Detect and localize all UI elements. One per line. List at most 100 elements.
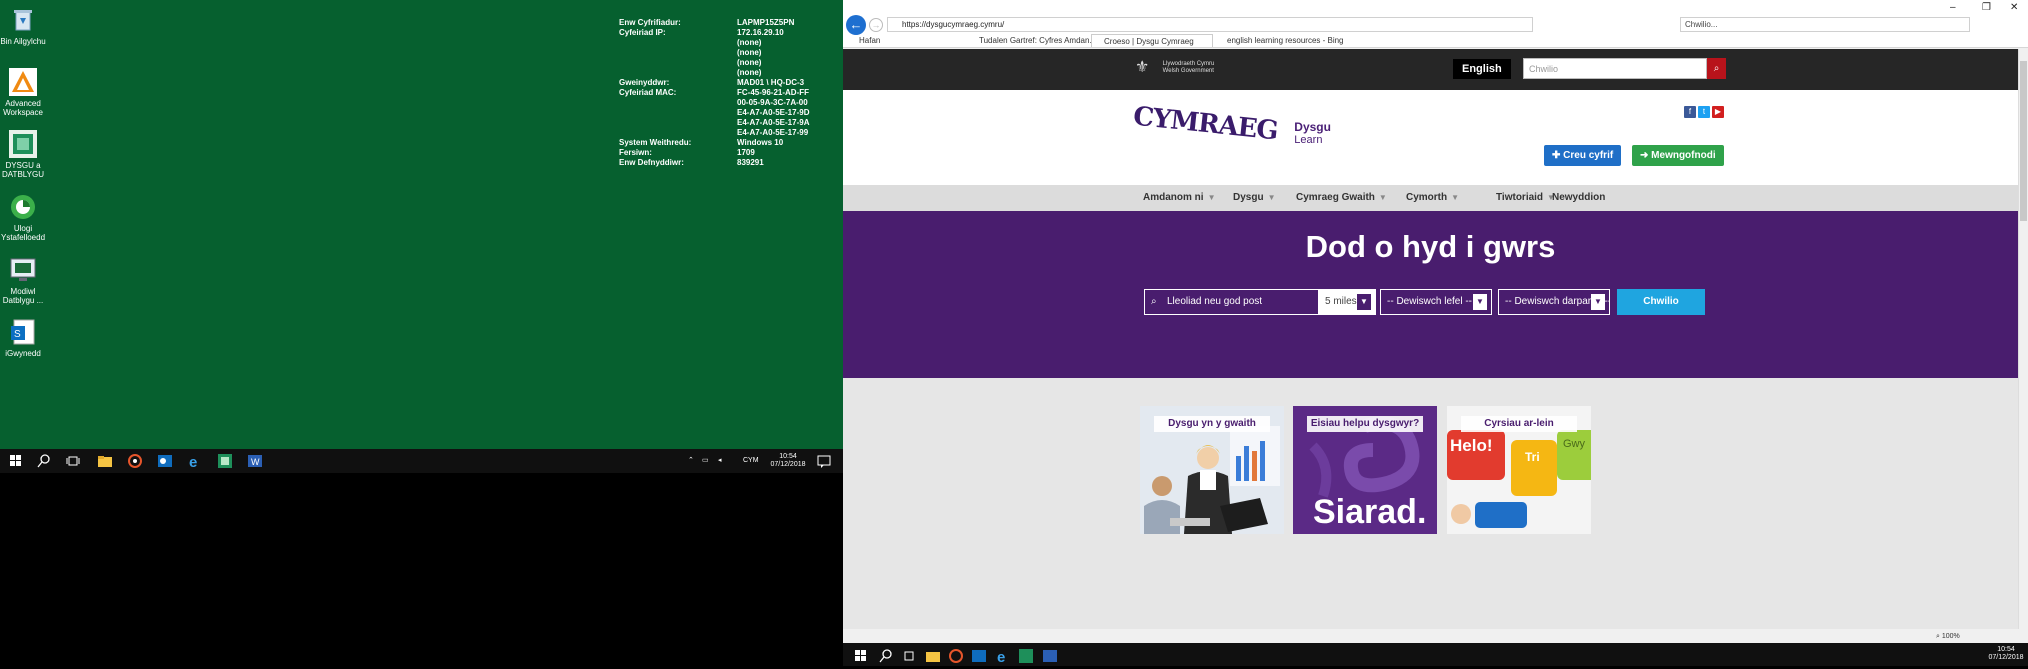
desktop-icon-label: DYSGU a DATBLYGU: [2, 161, 44, 179]
sysinfo-value: 1709: [737, 148, 755, 157]
zoom-level[interactable]: ⌕ 100%: [1936, 633, 1960, 641]
sysinfo-value: 00-05-9A-3C-7A-00: [737, 98, 808, 107]
facebook-icon[interactable]: f: [1684, 106, 1696, 118]
main-navigation: Amdanom ni ▼ Dysgu ▼ Cymraeg Gwaith ▼ Cymor…: [843, 185, 2018, 211]
card-cyrsiau-ar-lein[interactable]: Cyrsiau ar-lein Helo! Tri Gwy: [1447, 406, 1591, 534]
nav-cymraeg-gwaith[interactable]: Cymraeg Gwaith ▼: [1296, 185, 1387, 211]
desktop-icon-label: iGwynedd: [5, 349, 41, 358]
desktop-icon-recycle-bin[interactable]: Bin Ailgylchu: [0, 6, 46, 46]
app-icon[interactable]: [948, 648, 964, 664]
nav-dysgu[interactable]: Dysgu ▼: [1233, 185, 1275, 211]
desktop-icon-dysgu[interactable]: DYSGU a DATBLYGU: [0, 130, 46, 179]
app-icon[interactable]: [127, 453, 143, 469]
nav-amdanom-ni[interactable]: Amdanom ni ▼: [1143, 185, 1215, 211]
tab-hafan[interactable]: Hafan: [847, 34, 967, 47]
minimize-button[interactable]: –: [1950, 2, 1956, 13]
task-view-icon[interactable]: [901, 648, 917, 664]
network-icon[interactable]: ▭: [702, 457, 709, 465]
nav-newyddion[interactable]: Newyddion: [1552, 185, 1605, 211]
desktop-icon-label: Ulogi Ystafelloedd: [0, 224, 46, 242]
forward-button[interactable]: →: [869, 18, 883, 32]
sysinfo-row: (none): [619, 38, 809, 48]
file-explorer-icon[interactable]: [925, 648, 941, 664]
task-view-icon[interactable]: [65, 453, 81, 469]
desktop-icon-modiwl[interactable]: Modiwl Datblygu ...: [0, 256, 46, 305]
location-input[interactable]: ⌕ Lleoliad neu god post: [1144, 289, 1321, 315]
tab-tudalen-gartref[interactable]: Tudalen Gartref: Cyfres Amdan...: [967, 34, 1091, 47]
search-icon: ⌕: [1713, 63, 1720, 74]
close-button[interactable]: ✕: [2010, 2, 2018, 13]
sysinfo-key: System Weithredu:: [619, 138, 692, 147]
card-title: Dysgu yn y gwaith: [1154, 416, 1270, 432]
bubble-text-helo: Helo!: [1450, 436, 1493, 455]
clock[interactable]: 10:54 07/12/2018: [1986, 646, 2026, 662]
outlook-icon[interactable]: [971, 648, 987, 664]
twitter-icon[interactable]: t: [1698, 106, 1710, 118]
sysinfo-row: Enw Defnyddiwr: 839291: [619, 158, 809, 168]
course-finder-hero: Dod o hyd i gwrs ⌕ Lleoliad neu god post…: [843, 211, 2018, 378]
address-bar[interactable]: https://dysgucymraeg.cymru/: [887, 17, 1533, 32]
browser-search-box[interactable]: Chwilio...: [1680, 17, 1970, 32]
youtube-icon[interactable]: ▶: [1712, 106, 1724, 118]
outlook-icon[interactable]: [157, 453, 173, 469]
find-course-button[interactable]: Chwilio: [1617, 289, 1705, 315]
level-select[interactable]: -- Dewiswch lefel -- ▼: [1380, 289, 1492, 315]
welsh-government-logo[interactable]: ⚜ Llywodraeth Cymru Welsh Government: [1135, 59, 1214, 77]
card-eisiau-helpu[interactable]: Eisiau helpu dysgwyr? Siarad.: [1293, 406, 1437, 534]
desktop-icon-igwynedd[interactable]: S iGwynedd: [0, 318, 46, 358]
notifications-icon[interactable]: [816, 453, 832, 469]
word-icon[interactable]: [1042, 648, 1058, 664]
english-language-button[interactable]: English: [1453, 59, 1511, 79]
language-indicator[interactable]: CYM: [743, 457, 759, 465]
level-value: -- Dewiswch lefel --: [1387, 296, 1473, 307]
page-scrollbar[interactable]: [2018, 49, 2028, 629]
scrollbar-thumb[interactable]: [2020, 61, 2027, 221]
start-icon[interactable]: [853, 648, 869, 664]
browser-toolbar: – ❐ ✕ ← → https://dysgucymraeg.cymru/ Ch…: [843, 0, 2028, 48]
volume-icon[interactable]: ◂: [718, 457, 722, 465]
dysgu-cymraeg-logo[interactable]: CYMRAEG Dysgu Learn: [1132, 102, 1331, 147]
sysinfo-key: Cyfeiriad IP:: [619, 28, 666, 37]
nav-tiwtoriaid[interactable]: Tiwtoriaid ▼: [1496, 185, 1555, 211]
provider-select[interactable]: -- Dewiswch darparwr -- ▼: [1498, 289, 1610, 315]
clock[interactable]: 10:54 07/12/2018: [768, 453, 808, 469]
sysinfo-key: [619, 108, 737, 118]
sysinfo-value: 839291: [737, 158, 764, 167]
desktop-icon-ulogi[interactable]: Ulogi Ystafelloedd: [0, 193, 46, 242]
distance-select[interactable]: 5 miles ▼: [1318, 289, 1376, 315]
maximize-button[interactable]: ❐: [1982, 2, 1991, 13]
search-icon[interactable]: [878, 648, 894, 664]
internet-explorer-icon[interactable]: e: [187, 453, 203, 471]
desktop-icon-advanced-workspace[interactable]: Advanced Workspace: [0, 68, 46, 117]
search-icon[interactable]: [36, 453, 52, 469]
app-icon[interactable]: [1018, 648, 1034, 664]
svg-text:e: e: [189, 454, 197, 469]
word-icon[interactable]: W: [247, 453, 263, 469]
card-title: Cyrsiau ar-lein: [1461, 416, 1577, 432]
tray-chevron-icon[interactable]: ⌃: [688, 457, 694, 465]
sysinfo-row: E4-A7-A0-5E-17-99: [619, 128, 809, 138]
site-search-input[interactable]: Chwilio: [1523, 58, 1707, 79]
desktop-icon-label: Advanced Workspace: [3, 99, 43, 117]
tab-croeso[interactable]: Croeso | Dysgu Cymraeg: [1091, 34, 1213, 47]
card-dysgu-yn-y-gwaith[interactable]: Dysgu yn y gwaith: [1140, 406, 1284, 534]
app-icon[interactable]: [217, 453, 233, 469]
internet-explorer-icon[interactable]: e: [995, 648, 1011, 666]
create-account-button[interactable]: ✚ Creu cyfrif: [1544, 145, 1622, 166]
sysinfo-row: E4-A7-A0-5E-17-9D: [619, 108, 809, 118]
tab-bing[interactable]: english learning resources - Bing: [1215, 34, 1345, 47]
start-icon[interactable]: [8, 453, 24, 469]
nav-cymorth[interactable]: Cymorth ▼: [1406, 185, 1459, 211]
site-search-button[interactable]: ⌕: [1707, 58, 1726, 79]
desktop: Bin Ailgylchu Advanced Workspace DYSGU a…: [0, 0, 843, 449]
sysinfo-value: E4-A7-A0-5E-17-9D: [737, 108, 810, 117]
bubble-text-gwy: Gwy: [1563, 438, 1585, 450]
sysinfo-key: Enw Cyfrifiadur:: [619, 18, 681, 27]
app-icon: [9, 193, 37, 221]
file-explorer-icon[interactable]: [97, 453, 113, 469]
back-button[interactable]: ←: [846, 15, 866, 35]
logo-learn: Learn: [1294, 134, 1323, 146]
login-button[interactable]: ➜ Mewngofnodi: [1632, 145, 1724, 166]
sysinfo-key: Fersiwn:: [619, 148, 652, 157]
sysinfo-row: (none): [619, 68, 809, 78]
